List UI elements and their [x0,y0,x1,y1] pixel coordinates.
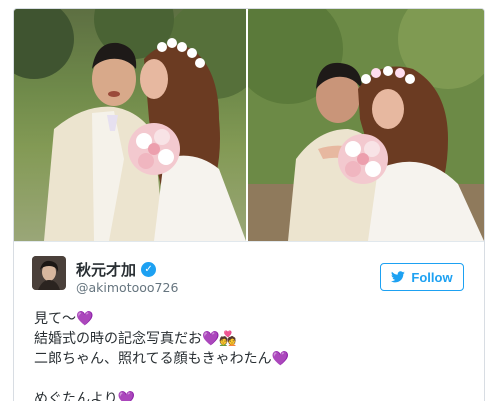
author-display-name[interactable]: 秋元才加 [76,259,136,280]
tweet-text: 見て〜💜 結婚式の時の記念写真だお💜💑 二郎ちゃん、照れてる顔もきゃわたん💜 め… [34,309,464,401]
author-display-name-row: 秋元才加 ✓ [76,259,157,280]
tweet-header: 秋元才加 ✓ @akimotooo726 Follow [14,242,484,302]
avatar-image [32,256,66,290]
follow-button[interactable]: Follow [380,263,464,291]
tweet-line-2-text: 結婚式の時の記念写真だお [34,331,202,347]
tweet-line-3: 二郎ちゃん、照れてる顔もきゃわたん💜 [34,349,464,369]
avatar[interactable] [32,256,66,290]
follow-button-label: Follow [411,269,453,285]
wedding-photo-right[interactable] [248,9,484,241]
twitter-bird-icon [391,271,406,283]
purple-heart-icon: 💜 [76,311,94,327]
tweet-line-1: 見て〜💜 [34,309,464,329]
verified-badge-icon: ✓ [141,262,157,277]
tweet-line-2: 結婚式の時の記念写真だお💜💑 [34,329,464,349]
wedding-photo-left[interactable] [14,9,246,241]
photo-grid [14,9,484,241]
tweet-line-1-text: 見て〜 [34,311,76,327]
tweet-line-3-text: 二郎ちゃん、照れてる顔もきゃわたん [34,351,272,367]
purple-heart-icon: 💜 [271,351,290,367]
tweet-line-5: めぐたんより💜 [34,389,464,401]
wedding-photo-left-art [14,9,246,241]
tweet-card: 秋元才加 ✓ @akimotooo726 Follow 見て〜💜 結婚式の時の記… [13,8,485,401]
purple-heart-and-couple-icon: 💜💑 [202,331,237,347]
wedding-photo-right-art [248,9,484,241]
author-handle[interactable]: @akimotooo726 [76,280,178,295]
